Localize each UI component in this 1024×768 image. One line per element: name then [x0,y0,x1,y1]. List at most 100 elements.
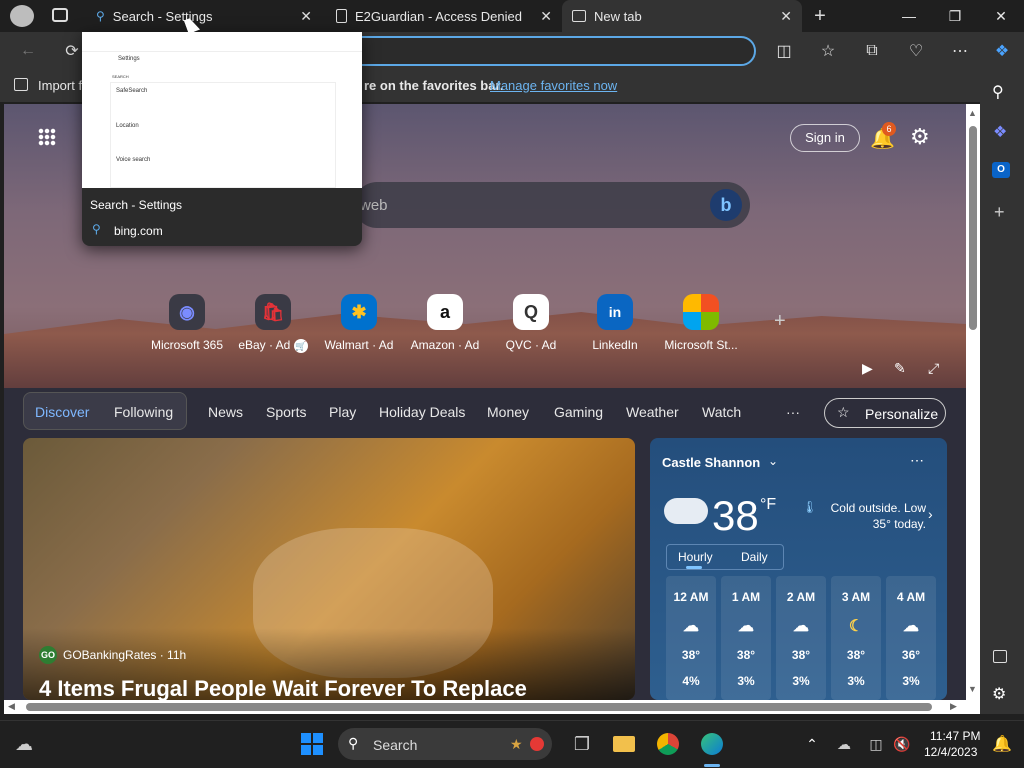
chrome-icon[interactable] [652,728,684,760]
microsoft-store-icon [683,294,719,330]
scroll-down-arrow-icon[interactable]: ▼ [968,684,977,694]
more-options-icon[interactable]: ⋯ [946,38,974,64]
split-screen-icon[interactable]: ◫ [770,38,798,64]
quick-link-label: Amazon · Ad [410,338,480,352]
task-view-icon[interactable]: ❐ [566,728,598,760]
nav-gaming[interactable]: Gaming [554,404,603,420]
quick-link-ebay[interactable]: 🛍 eBay · Ad 🛒 [228,294,318,353]
settings-gear-icon[interactable]: ⚙ [910,124,930,150]
news-headline[interactable]: 4 Items Frugal People Wait Forever To Re… [39,676,527,700]
volume-muted-icon[interactable]: 🔇 [886,728,918,760]
quick-link-label: eBay · Ad [238,338,291,352]
thumbnail-section: SEARCH [112,74,129,79]
tab-e2guardian[interactable]: E2Guardian - Access Denied ✕ [326,0,562,32]
sign-in-button[interactable]: Sign in [790,124,860,152]
weather-widget-icon[interactable]: ☁ [8,728,40,760]
play-video-icon[interactable]: ▶ [862,360,873,377]
background-edit-icon[interactable]: ✎ [894,360,906,377]
scroll-up-arrow-icon[interactable]: ▲ [968,108,977,118]
tab-actions-icon[interactable] [52,8,68,22]
taskbar-time[interactable]: 11:47 PM [930,729,980,743]
add-sidebar-app-icon[interactable]: + [994,202,1005,223]
copilot-icon[interactable]: ❖ [993,122,1007,142]
nav-more-button[interactable]: ··· [786,404,800,420]
chevron-down-icon[interactable]: ⌄ [768,454,778,468]
quick-link-label: Walmart · Ad [324,338,394,352]
browser-essentials-icon[interactable]: ♡ [902,38,930,64]
favorites-star-icon[interactable]: ☆ [814,38,842,64]
notification-bell-icon[interactable]: 🔔 [986,728,1018,760]
vertical-scroll-thumb[interactable] [969,126,977,330]
quick-link-linkedin[interactable]: in LinkedIn [570,294,660,352]
tab-hover-preview: Settings SEARCH SafeSearch Location Voic… [82,32,362,246]
horizontal-scroll-thumb[interactable] [26,703,932,711]
network-icon[interactable]: ☁ [828,728,860,760]
close-icon[interactable]: ✕ [300,8,312,25]
outlook-icon[interactable]: O [992,162,1010,178]
nav-weather[interactable]: Weather [626,404,679,420]
nav-watch[interactable]: Watch [702,404,741,420]
restore-button[interactable]: ❐ [932,0,978,32]
minimize-button[interactable]: — [886,0,932,32]
tab-search-settings[interactable]: ⚲ Search - Settings ✕ [84,0,322,32]
nav-sports[interactable]: Sports [266,404,306,420]
hour-temp: 38° [846,648,866,662]
taskbar-date[interactable]: 12/4/2023 [924,745,977,759]
add-quick-link-icon[interactable]: + [774,310,786,333]
bing-chat-icon[interactable]: b [710,189,742,221]
hour-precip: 3% [792,674,810,688]
moon-cloud-icon: ☁ [738,618,754,635]
hour-precip: 3% [737,674,755,688]
nav-news[interactable]: News [208,404,243,420]
nav-holiday-deals[interactable]: Holiday Deals [379,404,465,420]
tab-new-tab[interactable]: New tab ✕ [562,0,802,32]
back-arrow-icon[interactable]: ← [14,38,42,64]
nav-following[interactable]: Following [114,404,173,420]
tab-hourly[interactable]: Hourly [678,550,713,564]
search-box[interactable]: web b [354,182,750,228]
nav-play[interactable]: Play [329,404,356,420]
qvc-icon: Q [513,294,549,330]
fullscreen-icon[interactable]: ⤢ [928,360,939,377]
more-options-icon[interactable]: ⋯ [910,452,924,469]
file-explorer-icon[interactable] [608,728,640,760]
import-favorites-link[interactable]: Import f [38,78,82,93]
nav-discover[interactable]: Discover [35,404,89,420]
close-icon[interactable]: ✕ [780,8,792,25]
close-icon[interactable]: ✕ [540,8,552,25]
taskbar-search[interactable]: ⚲ Search ★ [338,728,552,760]
manage-favorites-link[interactable]: Manage favorites now [490,78,617,93]
search-icon[interactable]: ⚲ [992,82,1004,102]
hide-sidebar-icon[interactable] [993,650,1007,663]
new-tab-button[interactable]: + [808,4,832,28]
weather-card[interactable]: Castle Shannon ⌄ ⋯ 38 °F 🌡 Cold outside.… [650,438,947,700]
quick-link-microsoft-store[interactable]: Microsoft St... [656,294,746,352]
apps-grid-icon[interactable] [38,128,56,146]
profile-avatar[interactable] [10,5,34,27]
scroll-left-arrow-icon[interactable]: ◀ [8,701,15,712]
walmart-icon: ✱ [341,294,377,330]
collections-icon[interactable]: ⧉ [858,38,886,64]
quick-link-qvc[interactable]: Q QVC · Ad [486,294,576,352]
horizontal-scrollbar[interactable]: ◀ ▶ [4,700,980,714]
nav-money[interactable]: Money [487,404,529,420]
news-card[interactable]: GO GOBankingRates · 11h 4 Items Frugal P… [23,438,635,700]
quick-link-microsoft-365[interactable]: ◉ Microsoft 365 [142,294,232,352]
settings-gear-icon[interactable]: ⚙ [992,684,1006,704]
hour-temp: 38° [681,648,701,662]
tab-daily[interactable]: Daily [741,550,768,564]
hour-forecast: 1 AM ☁ 38° 3% [721,576,771,700]
personalize-label: Personalize [865,406,939,422]
quick-link-walmart[interactable]: ✱ Walmart · Ad [314,294,404,352]
weather-location[interactable]: Castle Shannon [662,455,760,470]
copilot-icon[interactable]: ❖ [988,38,1016,64]
chevron-right-icon[interactable]: › [928,506,933,522]
scroll-right-arrow-icon[interactable]: ▶ [950,701,957,712]
quick-link-amazon[interactable]: a Amazon · Ad [400,294,490,352]
personalize-button[interactable]: ☆ Personalize [824,398,946,428]
start-button[interactable] [296,728,328,760]
close-window-button[interactable]: ✕ [978,0,1024,32]
chevron-up-icon[interactable]: ⌃ [796,728,828,760]
edge-icon[interactable] [696,728,728,760]
vertical-scrollbar[interactable]: ▲ ▼ [966,104,980,700]
